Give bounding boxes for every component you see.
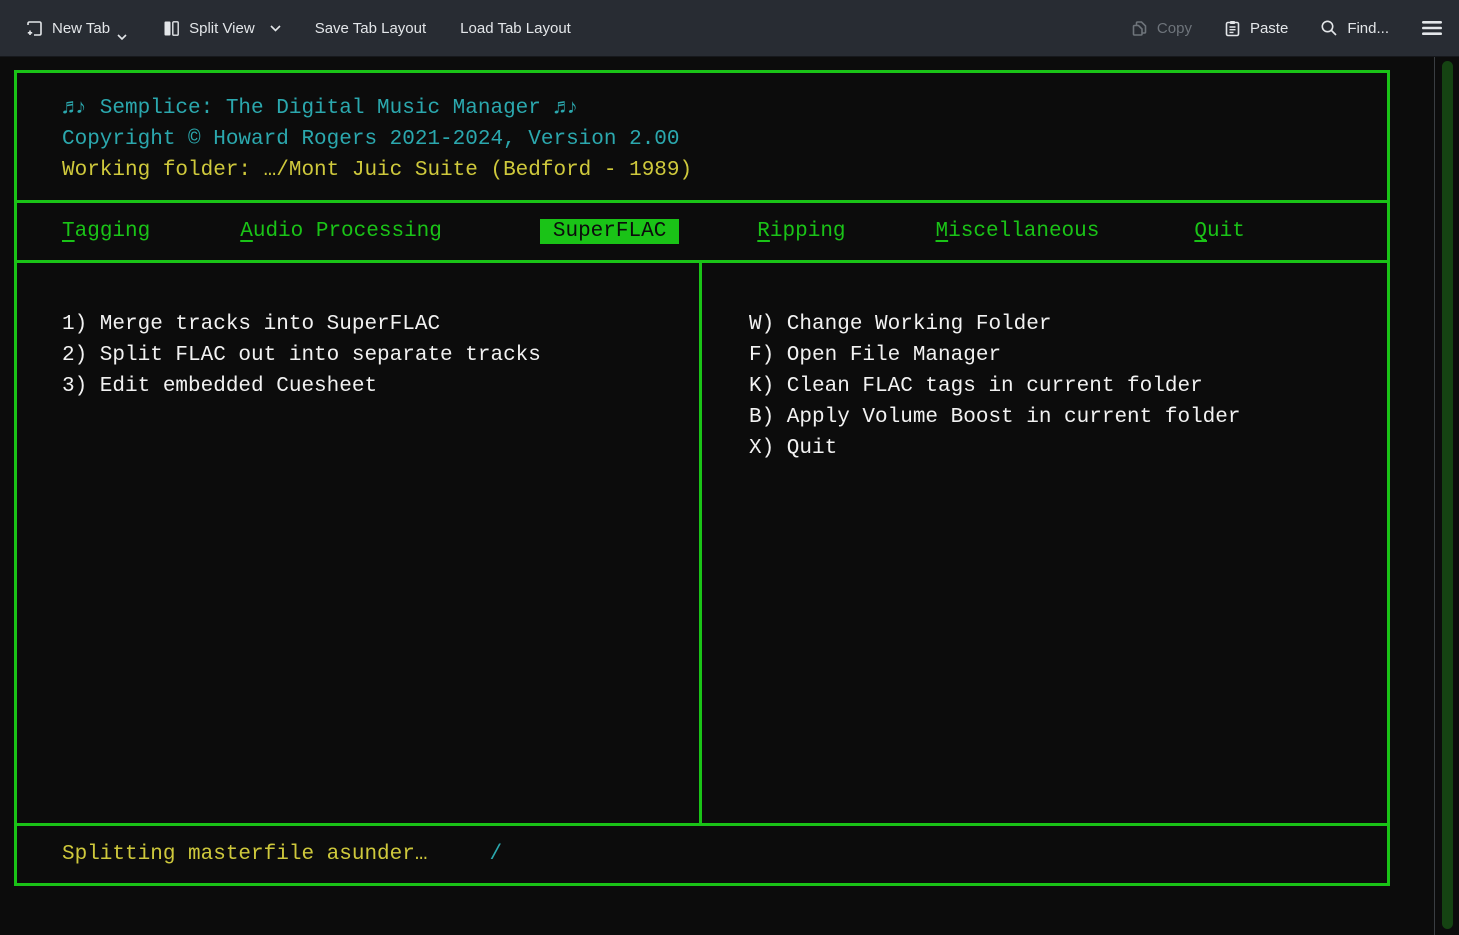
save-tab-layout-button[interactable]: Save Tab Layout: [315, 20, 426, 37]
new-tab-label: New Tab: [52, 20, 110, 37]
app-title: ♬♪ Semplice: The Digital Music Manager ♬…: [62, 93, 1387, 124]
copyright-line: Copyright © Howard Rogers 2021-2024, Ver…: [62, 124, 1387, 155]
terminal-screen[interactable]: ♬♪ Semplice: The Digital Music Manager ♬…: [0, 57, 1434, 935]
superflac-options-panel: 1) Merge tracks into SuperFLAC 2) Split …: [17, 263, 702, 823]
menu-item-miscellaneous[interactable]: Miscellaneous: [936, 220, 1100, 243]
split-view-icon: [163, 20, 180, 37]
save-tab-layout-label: Save Tab Layout: [315, 20, 426, 37]
paste-label: Paste: [1250, 20, 1288, 37]
option-merge-tracks[interactable]: 1) Merge tracks into SuperFLAC: [62, 309, 699, 340]
option-split-flac[interactable]: 2) Split FLAC out into separate tracks: [62, 340, 699, 371]
option-apply-volume-boost[interactable]: B) Apply Volume Boost in current folder: [749, 402, 1387, 433]
working-folder-line: Working folder: …/Mont Juic Suite (Bedfo…: [62, 155, 1387, 186]
find-label: Find...: [1347, 20, 1389, 37]
terminal-scrollbar-thumb[interactable]: [1442, 61, 1453, 929]
option-clean-flac-tags[interactable]: K) Clean FLAC tags in current folder: [749, 371, 1387, 402]
split-view-button[interactable]: Split View: [163, 20, 281, 37]
chevron-down-icon[interactable]: [117, 34, 127, 40]
copy-button: Copy: [1131, 20, 1192, 37]
search-icon: [1320, 19, 1338, 37]
main-menu-bar: Tagging Audio Processing SuperFLAC Rippi…: [17, 200, 1387, 263]
app-header: ♬♪ Semplice: The Digital Music Manager ♬…: [17, 73, 1387, 200]
semplice-app-frame: ♬♪ Semplice: The Digital Music Manager ♬…: [14, 70, 1390, 886]
hamburger-menu-button[interactable]: [1421, 20, 1443, 36]
menu-item-audio-processing[interactable]: Audio Processing: [240, 220, 442, 243]
terminal-toolbar: New Tab Split View Save Tab Layout Load …: [0, 0, 1459, 57]
status-message: Splitting masterfile asunder…: [62, 843, 427, 866]
new-tab-icon: [26, 20, 43, 37]
load-tab-layout-label: Load Tab Layout: [460, 20, 571, 37]
copy-label: Copy: [1157, 20, 1192, 37]
hamburger-menu-icon: [1421, 20, 1443, 36]
option-change-working-folder[interactable]: W) Change Working Folder: [749, 309, 1387, 340]
main-panels: 1) Merge tracks into SuperFLAC 2) Split …: [17, 263, 1387, 823]
option-edit-cuesheet[interactable]: 3) Edit embedded Cuesheet: [62, 371, 699, 402]
menu-item-quit[interactable]: Quit: [1194, 220, 1244, 243]
menu-item-superflac-active[interactable]: SuperFLAC: [540, 219, 679, 244]
option-open-file-manager[interactable]: F) Open File Manager: [749, 340, 1387, 371]
status-bar: Splitting masterfile asunder… /: [17, 823, 1387, 883]
menu-item-ripping[interactable]: Ripping: [757, 220, 845, 243]
paste-button[interactable]: Paste: [1224, 20, 1288, 37]
new-tab-button[interactable]: New Tab: [26, 20, 129, 37]
menu-item-tagging[interactable]: Tagging: [62, 220, 150, 243]
find-button[interactable]: Find...: [1320, 19, 1389, 37]
copy-icon: [1131, 20, 1148, 37]
paste-icon: [1224, 20, 1241, 37]
progress-spinner: /: [489, 843, 502, 866]
load-tab-layout-button[interactable]: Load Tab Layout: [460, 20, 571, 37]
terminal-scrollbar-track[interactable]: [1434, 57, 1459, 935]
global-options-panel: W) Change Working Folder F) Open File Ma…: [702, 263, 1387, 823]
chevron-down-icon[interactable]: [270, 25, 281, 32]
option-quit[interactable]: X) Quit: [749, 433, 1387, 464]
split-view-label: Split View: [189, 20, 255, 37]
